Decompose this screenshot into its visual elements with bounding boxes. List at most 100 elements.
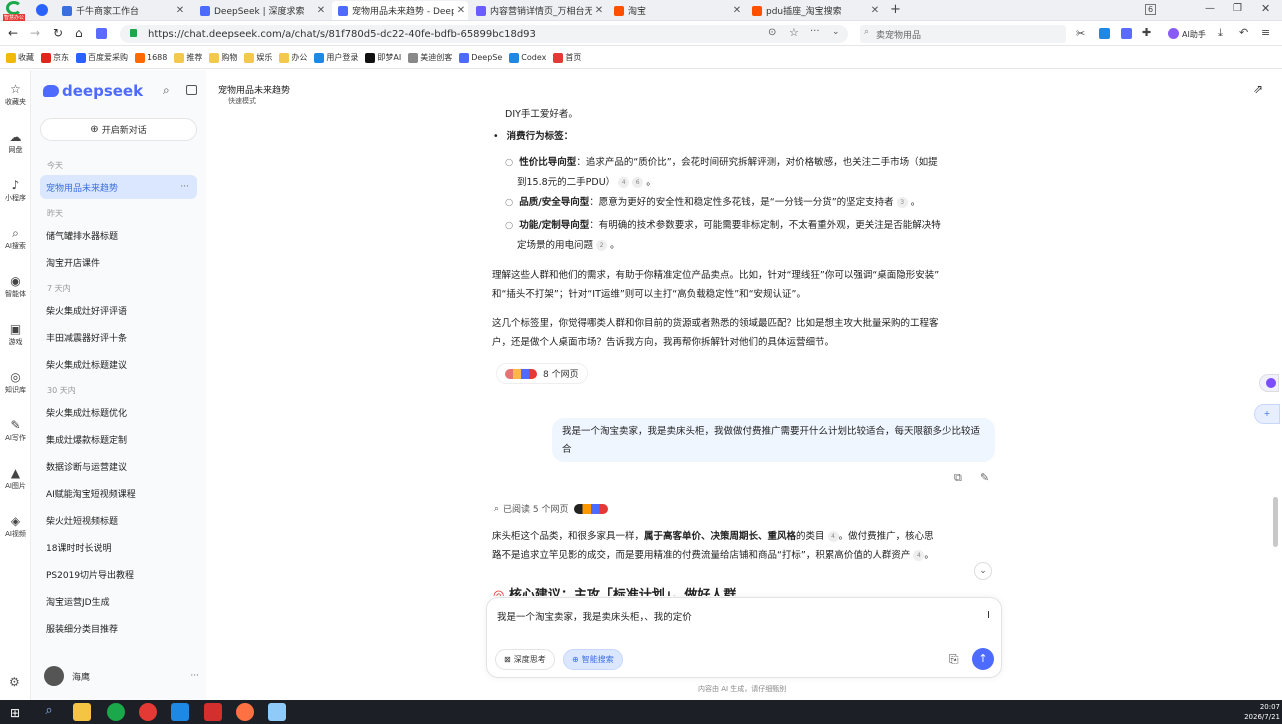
bookmark-item[interactable]: 即梦AI <box>365 52 401 63</box>
taskbar-shield-icon[interactable] <box>171 703 189 721</box>
rail-item[interactable]: ▲ AI图片 <box>0 466 31 491</box>
scroll-down-button[interactable]: ⌄ <box>974 562 992 580</box>
bookmark-item[interactable]: 推荐 <box>174 52 202 63</box>
window-restore-icon[interactable]: ❐ <box>1233 3 1242 14</box>
sidebar-chat-item[interactable]: 服装细分类目推荐 <box>40 616 197 640</box>
puzzle-icon[interactable]: ✚ <box>1142 26 1151 39</box>
new-tab-button[interactable]: + <box>890 2 901 17</box>
taskbar-chrome-icon[interactable] <box>139 703 157 721</box>
sidebar-chat-item[interactable]: 宠物用品未来趋势 ··· <box>40 175 197 199</box>
tab-close-icon[interactable]: ✕ <box>868 5 882 16</box>
browser-tab[interactable]: 淘宝 ✕ <box>608 1 744 20</box>
browser-tab[interactable]: 千牛商家工作台 ✕ <box>56 1 187 20</box>
sidebar-chat-item[interactable]: AI赋能淘宝短视频课程 <box>40 481 197 505</box>
extension-a-icon[interactable] <box>1099 28 1110 39</box>
sidebar-collapse-icon[interactable] <box>186 85 197 95</box>
sidebar-chat-item[interactable]: 柴火集成灶好评评语 <box>40 298 197 322</box>
user-more-icon[interactable]: ··· <box>190 671 199 681</box>
sidebar-chat-item[interactable]: 柴火灶短视频标题 <box>40 508 197 532</box>
chat-options-icon[interactable]: ··· <box>180 182 189 192</box>
sidebar-chat-item[interactable]: 储气罐排水器标题 <box>40 223 197 247</box>
taskbar-notes-icon[interactable] <box>268 703 286 721</box>
bookmark-star-icon[interactable]: ☆ <box>789 26 799 39</box>
rail-item[interactable]: ◈ AI视频 <box>0 514 31 539</box>
deep-think-toggle[interactable]: ⊠ 深度思考 <box>495 649 555 670</box>
sidebar-chat-item[interactable]: 淘宝开店课件 <box>40 250 197 274</box>
window-minimize-icon[interactable]: — <box>1205 3 1215 14</box>
bookmark-item[interactable]: 娱乐 <box>244 52 272 63</box>
bookmark-item[interactable]: Codex <box>509 52 546 63</box>
attach-icon[interactable]: ⎘ <box>949 652 959 667</box>
bookmark-item[interactable]: 购物 <box>209 52 237 63</box>
bookmark-item[interactable]: 办公 <box>279 52 307 63</box>
deepseek-logo[interactable]: deepseek <box>43 82 143 100</box>
floating-translate-button[interactable]: + <box>1254 404 1280 424</box>
citation-badge[interactable]: 2 <box>596 240 608 251</box>
sidebar-chat-item[interactable]: 丰田减震器好评十条 <box>40 325 197 349</box>
bookmark-item[interactable]: 收藏 <box>6 52 34 63</box>
forward-icon[interactable]: → <box>30 26 40 40</box>
sidebar-chat-item[interactable]: 柴火集成灶标题建议 <box>40 352 197 376</box>
bookmark-item[interactable]: 用户登录 <box>314 52 358 63</box>
tab-close-icon[interactable]: ✕ <box>454 5 468 16</box>
download-icon[interactable]: ⤓ <box>1218 26 1223 40</box>
citation-badge[interactable]: 4 <box>827 531 839 542</box>
sources-chip[interactable]: 8 个网页 <box>496 363 588 384</box>
browser-tab[interactable]: pdu插座_淘宝搜索 ✕ <box>746 1 882 20</box>
page-scrollbar[interactable] <box>1273 497 1278 547</box>
rail-item[interactable]: ✎ AI写作 <box>0 418 31 443</box>
ai-assistant-icon[interactable] <box>1168 28 1179 39</box>
taskbar-explorer-icon[interactable] <box>73 703 91 721</box>
url-input[interactable]: https://chat.deepseek.com/a/chat/s/81f78… <box>120 25 848 43</box>
citation-badge[interactable]: 3 <box>896 197 908 208</box>
edit-icon[interactable]: ✎ <box>980 471 989 484</box>
bookmark-item[interactable]: 京东 <box>41 52 69 63</box>
citation-badge[interactable]: 4 <box>618 177 630 188</box>
location-icon[interactable]: ⊙ <box>768 27 776 38</box>
taskbar-browser-icon[interactable] <box>107 703 125 721</box>
more-icon[interactable]: ··· <box>810 26 820 37</box>
tab-close-icon[interactable]: ✕ <box>730 5 744 16</box>
floating-ai-button[interactable] <box>1259 374 1279 392</box>
scissors-icon[interactable]: ✂ <box>1076 27 1085 40</box>
rail-item[interactable]: ◉ 智能体 <box>0 274 31 299</box>
tab-close-icon[interactable]: ✕ <box>314 5 328 16</box>
bookmark-item[interactable]: DeepSe <box>459 52 502 63</box>
bookmark-item[interactable]: 百度爱采购 <box>76 52 128 63</box>
rail-item[interactable]: ☁ 网盘 <box>0 130 31 155</box>
sidebar-chat-item[interactable]: 集成灶爆款标题定制 <box>40 427 197 451</box>
taskbar-firefox-icon[interactable] <box>236 703 254 721</box>
citation-badge[interactable]: 4 <box>913 550 925 561</box>
sidebar-chat-item[interactable]: 柴火集成灶标题优化 <box>40 400 197 424</box>
sidebar-chat-item[interactable]: 淘宝运营JD生成 <box>40 589 197 613</box>
user-profile[interactable]: 海鹰 ··· <box>44 666 199 686</box>
read-pages-row[interactable]: ⌕ 已阅读 5 个网页 <box>494 502 608 515</box>
bookmark-item[interactable]: 首页 <box>553 52 581 63</box>
sidebar-chat-item[interactable]: 数据诊断与运营建议 <box>40 454 197 478</box>
settings-gear-icon[interactable]: ⚙ <box>9 675 20 689</box>
home-icon[interactable]: ⌂ <box>75 26 83 40</box>
ai-badge-icon[interactable] <box>96 28 107 39</box>
rail-item[interactable]: ▣ 游戏 <box>0 322 31 347</box>
extension-b-icon[interactable] <box>1121 28 1132 39</box>
taskbar-app-red-icon[interactable] <box>204 703 222 721</box>
tab-count-badge[interactable]: 6 <box>1145 4 1157 15</box>
ai-assistant-label[interactable]: AI助手 <box>1182 29 1206 40</box>
start-icon[interactable]: ⊞ <box>10 706 20 720</box>
browser-tab[interactable]: 宠物用品未来趋势 - DeepSe✕ <box>332 1 468 20</box>
tab-close-icon[interactable]: ✕ <box>592 5 606 16</box>
sidebar-chat-item[interactable]: PS2019切片导出教程 <box>40 562 197 586</box>
new-chat-button[interactable]: ⊕ 开启新对话 <box>40 118 197 141</box>
rail-item[interactable]: ◎ 知识库 <box>0 370 31 395</box>
dropdown-icon[interactable]: ⌄ <box>832 27 840 37</box>
bookmark-item[interactable]: 1688 <box>135 52 167 63</box>
tab-close-icon[interactable]: ✕ <box>173 5 187 16</box>
undo-icon[interactable]: ↶ <box>1239 26 1248 39</box>
menu-icon[interactable]: ≡ <box>1261 26 1270 39</box>
message-input[interactable]: 我是一个淘宝卖家，我是卖床头柜，、我的定价 <box>497 609 692 623</box>
taskbar-search-icon[interactable]: ⌕ <box>40 703 58 721</box>
sidebar-chat-item[interactable]: 18课时时长说明 <box>40 535 197 559</box>
browser-tab[interactable]: DeepSeek | 深度求索 ✕ <box>194 1 328 20</box>
rail-item[interactable]: ☆ 收藏夹 <box>0 82 31 107</box>
copy-icon[interactable]: ⧉ <box>954 471 962 485</box>
